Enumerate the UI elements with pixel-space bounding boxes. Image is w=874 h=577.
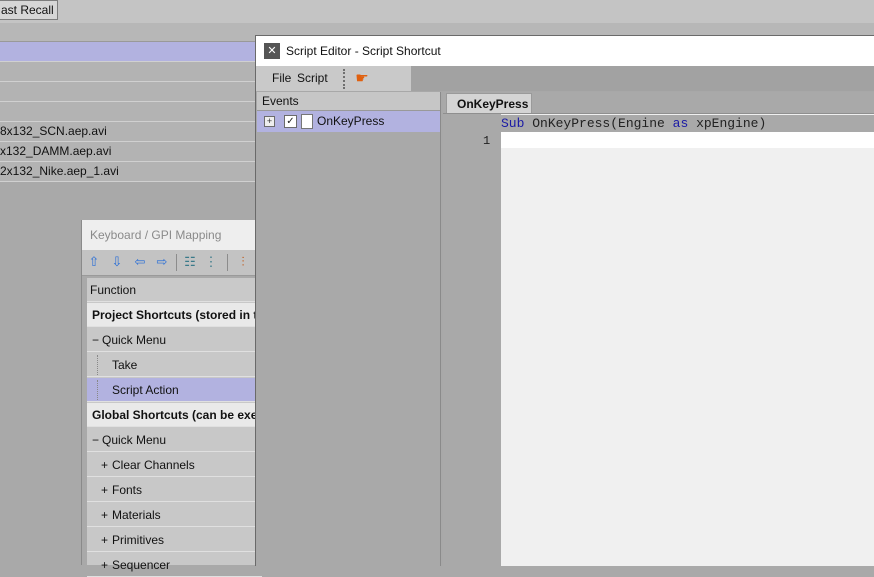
tree-node-label: Quick Menu bbox=[102, 433, 167, 447]
events-header: Events bbox=[257, 92, 440, 111]
top-toolbar bbox=[0, 0, 874, 24]
expand-toggle[interactable]: + bbox=[264, 116, 275, 127]
event-row-onkeypress[interactable]: + ✓ OnKeyPress bbox=[257, 111, 440, 132]
tree-item-primitives[interactable]: + Primitives bbox=[87, 528, 262, 552]
code-editor[interactable] bbox=[501, 114, 874, 566]
document-icon bbox=[301, 114, 313, 129]
menu-script[interactable]: Script bbox=[297, 66, 328, 91]
menu-bar: File Script bbox=[256, 66, 411, 91]
function-tree: Function Project Shortcuts (stored in t … bbox=[87, 278, 262, 577]
script-editor-window: ✕ Script Editor - Script Shortcut File S… bbox=[255, 35, 874, 566]
code-editor-panel: OnKeyPress Sub OnKeyPress(Engine as xpEn… bbox=[443, 92, 874, 566]
current-code-line[interactable] bbox=[501, 132, 874, 148]
tree-item-label: Clear Channels bbox=[112, 458, 195, 472]
tree-guide-line bbox=[97, 355, 99, 375]
collapse-toggle[interactable]: − bbox=[92, 428, 99, 451]
menu-file[interactable]: File bbox=[272, 66, 291, 91]
tree-item-fonts[interactable]: + Fonts bbox=[87, 478, 262, 502]
toolbar-separator bbox=[227, 254, 228, 271]
list-row[interactable] bbox=[0, 42, 256, 62]
list-row[interactable]: 2x132_Nike.aep_1.avi bbox=[0, 162, 256, 182]
mapping-toolbar: ⇧ ⇩ ⇦ ⇨ ☷ ⋮ ⫶ bbox=[82, 250, 262, 276]
code-keyword-sub: Sub bbox=[501, 116, 525, 131]
arrow-right-icon[interactable]: ⇨ bbox=[154, 254, 170, 270]
tree-item-label: Script Action bbox=[112, 383, 179, 397]
expand-toggle[interactable]: + bbox=[101, 528, 108, 551]
line-number: 1 bbox=[483, 134, 491, 148]
window-title[interactable]: Keyboard / GPI Mapping bbox=[82, 220, 262, 250]
column-header-function[interactable]: Function bbox=[87, 278, 262, 302]
arrow-down-icon[interactable]: ⇩ bbox=[109, 254, 125, 270]
code-type-name: xpEngine) bbox=[696, 116, 767, 131]
code-keyword-as: as bbox=[672, 116, 689, 131]
code-function-name: OnKeyPress(Engine bbox=[532, 116, 665, 131]
events-panel: Events + ✓ OnKeyPress bbox=[257, 92, 441, 566]
collapse-toggle[interactable]: − bbox=[92, 328, 99, 351]
arrow-left-icon[interactable]: ⇦ bbox=[132, 254, 148, 270]
tree-item-sequencer[interactable]: + Sequencer bbox=[87, 553, 262, 577]
last-recall-button[interactable]: ast Recall bbox=[0, 0, 58, 20]
tree-item-clear-channels[interactable]: + Clear Channels bbox=[87, 453, 262, 477]
list-row[interactable]: x132_DAMM.aep.avi bbox=[0, 142, 256, 162]
event-checkbox[interactable]: ✓ bbox=[284, 115, 297, 128]
tree-guide-line bbox=[97, 380, 99, 400]
app-logo-icon: ✕ bbox=[264, 43, 280, 59]
tree-item-materials[interactable]: + Materials bbox=[87, 503, 262, 527]
expand-toggle[interactable]: + bbox=[101, 478, 108, 501]
expand-toggle[interactable]: + bbox=[101, 503, 108, 526]
window-title: Script Editor - Script Shortcut bbox=[286, 44, 441, 58]
list-row[interactable]: 8x132_SCN.aep.avi bbox=[0, 122, 256, 142]
arrow-up-icon[interactable]: ⇧ bbox=[86, 254, 102, 270]
list-row[interactable] bbox=[0, 102, 256, 122]
run-script-icon[interactable]: ☛ bbox=[353, 70, 371, 88]
event-label: OnKeyPress bbox=[317, 114, 385, 128]
tree-item-label: Primitives bbox=[112, 533, 165, 547]
tree-collapse-icon[interactable]: ⋮ bbox=[203, 254, 219, 270]
tree-item-script-action[interactable]: Script Action bbox=[87, 378, 262, 402]
keyboard-gpi-mapping-window: Keyboard / GPI Mapping ⇧ ⇩ ⇦ ⇨ ☷ ⋮ ⫶ Fun… bbox=[81, 220, 262, 577]
tab-onkeypress[interactable]: OnKeyPress bbox=[446, 93, 532, 113]
code-line-signature[interactable]: Sub OnKeyPress(Engine as xpEngine) bbox=[501, 115, 874, 132]
window-titlebar[interactable]: ✕ Script Editor - Script Shortcut bbox=[256, 36, 874, 66]
tree-item-label: Materials bbox=[112, 508, 161, 522]
assign-key-icon[interactable]: ⫶ bbox=[235, 254, 251, 270]
menu-bar-filler bbox=[411, 66, 874, 91]
tree-item-label: Fonts bbox=[112, 483, 143, 497]
expand-toggle[interactable]: + bbox=[101, 453, 108, 476]
tree-node-label: Quick Menu bbox=[102, 333, 167, 347]
list-row[interactable] bbox=[0, 62, 256, 82]
tree-item-take[interactable]: Take bbox=[87, 353, 262, 377]
list-row[interactable] bbox=[0, 82, 256, 102]
line-number-gutter bbox=[443, 114, 501, 566]
tree-node-quick-menu[interactable]: − Quick Menu bbox=[87, 328, 262, 352]
toolbar-grip[interactable] bbox=[343, 69, 347, 89]
group-global-shortcuts[interactable]: Global Shortcuts (can be exec bbox=[87, 403, 262, 427]
tree-item-label: Take bbox=[112, 358, 138, 372]
tree-node-quick-menu[interactable]: − Quick Menu bbox=[87, 428, 262, 452]
tree-expand-icon[interactable]: ☷ bbox=[182, 254, 198, 270]
toolbar-separator bbox=[176, 254, 177, 271]
tree-item-label: Sequencer bbox=[112, 558, 171, 572]
expand-toggle[interactable]: + bbox=[101, 553, 108, 576]
group-project-shortcuts[interactable]: Project Shortcuts (stored in t bbox=[87, 303, 262, 327]
